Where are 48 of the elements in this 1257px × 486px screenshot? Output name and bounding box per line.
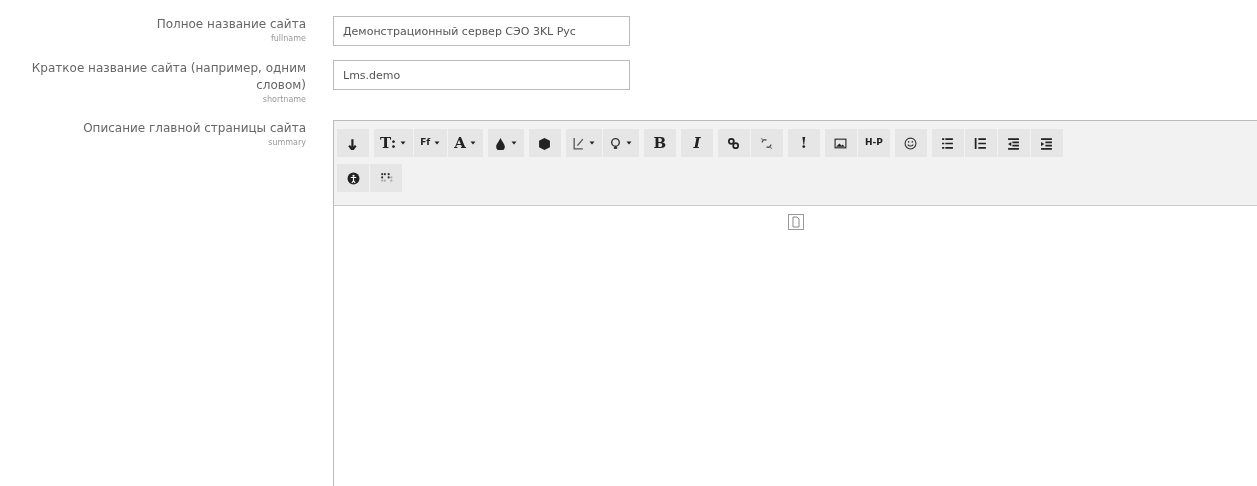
caret-icon: [433, 140, 442, 146]
toolbar-button[interactable]: [824, 129, 857, 157]
toolbar-button[interactable]: [602, 129, 639, 157]
caret-icon: [399, 140, 408, 146]
text-field[interactable]: Демонстрационный сервер СЭО 3KL Рус: [333, 16, 630, 46]
indent-icon: [1040, 136, 1054, 150]
toolbar-button[interactable]: [487, 129, 524, 157]
toolbar-button[interactable]: [997, 129, 1030, 157]
lightbulb-icon: [608, 136, 622, 150]
toolbar-button[interactable]: [528, 129, 561, 157]
toolbar-button[interactable]: H-P: [857, 129, 890, 157]
outdent-icon: [1007, 136, 1021, 150]
toolbar-button[interactable]: [894, 129, 927, 157]
field-name: shortname: [261, 94, 306, 106]
smiley-icon: [904, 136, 918, 150]
cube-icon: [538, 136, 552, 150]
toolbar-button[interactable]: B: [643, 129, 676, 157]
file-icon: [787, 214, 804, 230]
pen-icon: [571, 136, 585, 150]
toolbar-button[interactable]: [337, 129, 369, 157]
field-name: fullname: [269, 33, 306, 45]
toolbar-button[interactable]: Ff: [414, 129, 448, 157]
toolbar-button[interactable]: !: [787, 129, 820, 157]
field-label: Краткое название сайта (например, одним словом): [30, 60, 306, 94]
field-label: Полное название сайта: [155, 16, 306, 33]
toolbar-button[interactable]: I: [680, 129, 713, 157]
drop-icon: [493, 136, 507, 150]
caret-icon: [587, 140, 596, 146]
toolbar-button[interactable]: [964, 129, 997, 157]
field-label: Описание главной страницы сайта: [82, 120, 306, 137]
toolbar-button[interactable]: [717, 129, 750, 157]
caret-icon: [624, 140, 633, 146]
text-field[interactable]: Lms.demo: [333, 60, 630, 90]
caret-icon: [509, 140, 518, 146]
toolbar-button[interactable]: [337, 164, 369, 192]
bullet-list-icon: [941, 136, 955, 150]
unlink-icon: [760, 136, 774, 150]
caret-icon: [468, 140, 477, 146]
toolbar-button[interactable]: T:: [374, 129, 414, 157]
numbered-list-icon: [974, 136, 988, 150]
accessibility-icon: [346, 171, 360, 185]
toolbar-button[interactable]: A: [448, 129, 483, 157]
field-name: summary: [267, 137, 306, 149]
toolbar-button[interactable]: [931, 129, 964, 157]
toolbar-button[interactable]: [1030, 129, 1063, 157]
link-icon: [727, 136, 741, 150]
braille-icon: [379, 171, 393, 185]
image-icon: [834, 136, 848, 150]
